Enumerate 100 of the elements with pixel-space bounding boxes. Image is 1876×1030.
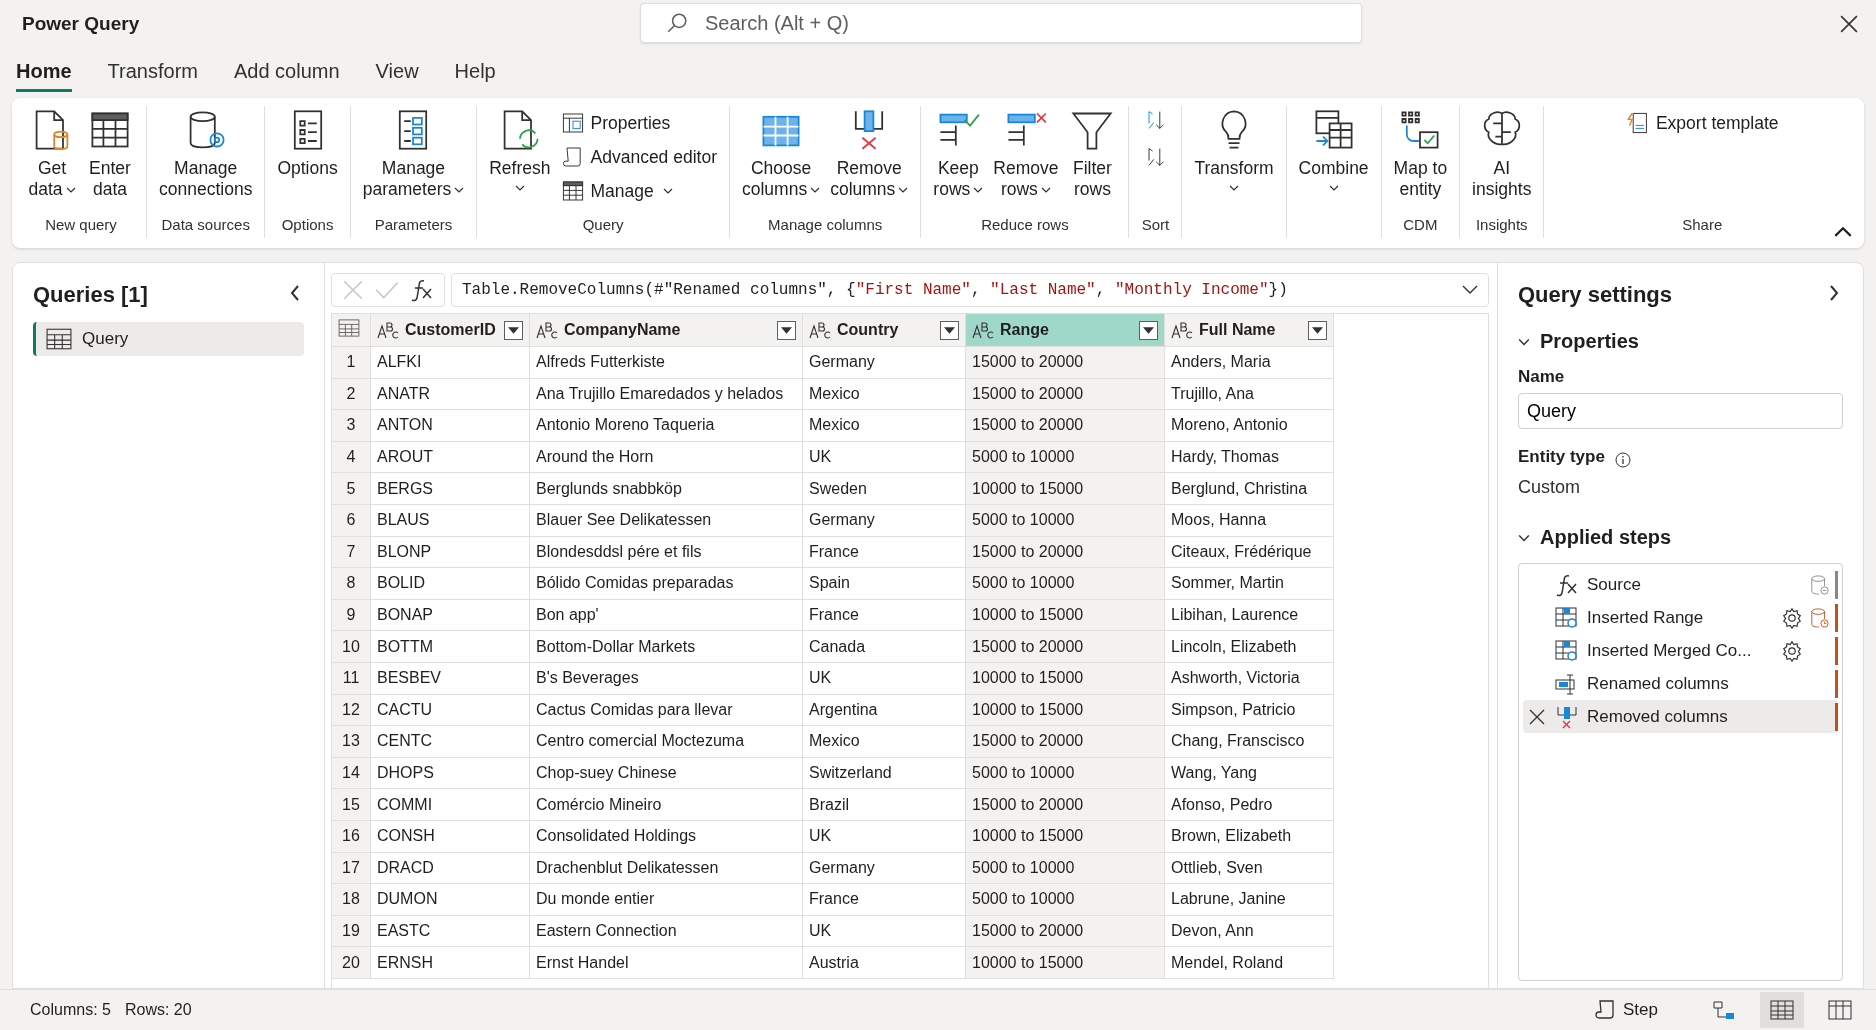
table-cell: Germany [802,852,966,884]
ribbon-tab[interactable]: View [375,54,419,92]
view-button[interactable] [1760,992,1804,1028]
step-button[interactable]: Step [1595,999,1658,1021]
row-number: 9 [332,599,371,631]
ribbon-button[interactable]: Get data [24,106,80,202]
ribbon-button[interactable]: Keep rows [929,106,988,202]
table-cell: Afonso, Pedro [1164,788,1334,821]
table-cell: Germany [802,504,966,537]
table-cell: Around the Horn [529,441,803,473]
scroll-icon [1595,999,1615,1021]
row-number: 17 [332,852,371,884]
filter-dropdown-icon[interactable] [504,320,523,340]
export-icon [1625,111,1650,135]
section-heading[interactable]: Applied steps [1540,526,1672,549]
table-cell: BERGS [370,472,530,505]
column-header[interactable]: Full Name [1164,314,1334,347]
ribbon-button[interactable]: Manage connections [155,106,257,202]
row-number: 18 [332,883,371,916]
entity-type-value: Custom [1518,477,1581,498]
table-cell: Bólido Comidas preparadas [529,567,803,600]
ribbon-button[interactable]: Remove rows [989,106,1063,202]
ribbon-button[interactable]: AI insights [1468,106,1536,202]
row-number: 5 [332,472,371,505]
table-cell: 15000 to 20000 [965,915,1165,947]
applied-step[interactable]: Renamed columns [1523,667,1838,700]
table-cell: 15000 to 20000 [965,725,1165,758]
ribbon-tab[interactable]: Add column [233,54,340,92]
table-cell: DHOPS [370,757,530,789]
ribbon-button[interactable]: Export template [1621,108,1783,138]
table-cell: Mexico [802,409,966,442]
text-type-icon [377,321,399,339]
search-field[interactable]: Search (Alt + Q) [640,3,1362,43]
text-type-icon [536,321,558,339]
table-cell: B's Beverages [529,662,803,695]
table-cell: 15000 to 20000 [965,630,1165,663]
table-cell: BONAP [370,599,530,631]
column-count: Columns: 5 [30,1001,111,1019]
chevron-right-icon[interactable] [1829,285,1839,301]
table-cell: Lincoln, Elizabeth [1164,630,1334,663]
row-number: 12 [332,694,371,726]
settings-icon[interactable] [1781,639,1803,662]
ribbon-button[interactable]: Options [273,106,342,181]
ribbon-button[interactable]: Manage [556,176,721,206]
ribbon-button[interactable]: Map to entity [1389,106,1452,202]
group-label: Query [582,216,624,235]
section-heading[interactable]: Properties [1540,330,1639,353]
ribbon-tab[interactable]: Help [454,54,496,92]
filter-dropdown-icon[interactable] [1139,320,1158,340]
ribbon-tab[interactable]: Transform [107,54,198,92]
info-icon[interactable] [1614,452,1631,468]
column-header[interactable]: CompanyName [529,314,803,347]
table-cell: BOTTM [370,630,530,663]
query-item[interactable]: Query [33,322,304,356]
table-cell: France [802,883,966,916]
table-cell: Labrune, Janine [1164,883,1334,916]
table-cell: Switzerland [802,757,966,789]
applied-step[interactable]: Source [1523,568,1838,601]
table-cell: AROUT [370,441,530,473]
name-field[interactable]: Query [1518,393,1843,429]
table-cell: 10000 to 15000 [965,472,1165,505]
ribbon-button[interactable]: Properties [556,108,721,138]
table-icon[interactable] [338,319,360,337]
table-cell: Bon app' [529,599,803,631]
table-cell: ANTON [370,409,530,442]
chevron-left-icon[interactable] [290,285,300,301]
applied-step[interactable]: Removed columns [1523,700,1838,733]
grid-icon [560,179,585,203]
formula-field[interactable]: Table.RemoveColumns(#"Renamed columns", {"First Name", "Last Name", "Monthly Income"}) [451,273,1489,307]
settings-icon[interactable] [1781,606,1803,629]
table-gear-icon [1555,638,1579,663]
table-cell: CACTU [370,694,530,726]
filter-dropdown-icon[interactable] [777,320,796,340]
group-label: Parameters [374,216,453,235]
applied-step[interactable]: Inserted Merged Co... [1523,634,1838,667]
columns-icon [1828,1000,1852,1020]
ribbon-button[interactable]: Combine [1294,106,1373,193]
ribbon-button[interactable]: Refresh [485,106,555,193]
ribbon-button[interactable]: Filter rows [1064,106,1121,202]
ribbon-button[interactable]: Remove columns [826,106,913,202]
ribbon-button[interactable]: Enter data [82,106,138,202]
filter-dropdown-icon[interactable] [940,320,959,340]
table-cell: Canada [802,630,966,663]
column-header[interactable]: Range [965,314,1165,347]
table-cell: 10000 to 15000 [965,820,1165,852]
ribbon-button[interactable]: Manage parameters [358,106,469,202]
table-cell: BOLID [370,567,530,600]
ribbon-button[interactable]: Advanced editor [556,142,721,172]
ribbon-button[interactable]: Choose columns [738,106,825,202]
applied-step[interactable]: Inserted Range [1523,601,1838,634]
delete-icon[interactable] [1529,708,1545,725]
column-header[interactable]: CustomerID [370,314,530,347]
table-cell: Trujillo, Ana [1164,378,1334,410]
ribbon-button[interactable]: Transform [1190,106,1278,193]
table-cell: UK [802,820,966,852]
table-cell: 10000 to 15000 [965,694,1165,726]
column-header[interactable]: Country [802,314,966,347]
row-number: 14 [332,757,371,789]
ribbon-tab[interactable]: Home [16,54,72,92]
filter-dropdown-icon[interactable] [1308,320,1327,340]
